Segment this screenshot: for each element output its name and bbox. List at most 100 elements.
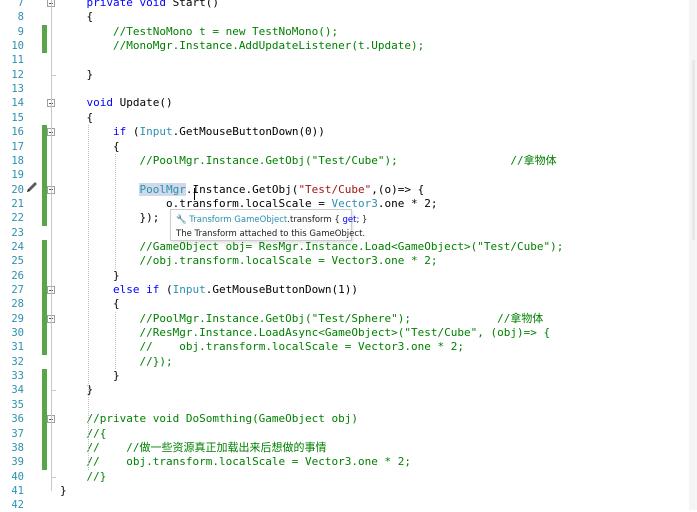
tooltip-owner: GameObject [234, 215, 288, 225]
line-number: 15 [11, 111, 24, 124]
code-line[interactable]: //ResMgr.Instance.LoadAsync<GameObject>(… [60, 326, 550, 340]
line-number: 13 [11, 83, 24, 96]
code-token: Vector3 [331, 196, 378, 210]
code-line[interactable]: { [60, 297, 120, 311]
line-number: 41 [11, 484, 24, 497]
scrollbar-thumb[interactable] [692, 60, 695, 240]
tooltip-signature: 🔧 Transform GameObject.transform { get; … [176, 215, 367, 225]
code-line[interactable]: //PoolMgr.Instance.GetObj("Test/Sphere")… [60, 312, 543, 326]
code-line[interactable]: if (Input.GetMouseButtonDown(0)) [60, 125, 325, 139]
code-line[interactable]: { [60, 111, 93, 125]
line-number: 20 [11, 183, 24, 196]
code-line[interactable]: //private void DoSomthing(GameObject obj… [60, 412, 359, 426]
code-token: { [60, 10, 94, 24]
code-line[interactable]: private void Start() [60, 0, 219, 10]
line-number: 40 [11, 470, 24, 483]
line-number: 14 [11, 97, 24, 110]
line-number: 19 [11, 169, 24, 182]
code-token: } [60, 67, 94, 81]
tooltip-description: The Transform attached to this GameObjec… [176, 229, 366, 239]
code-line[interactable]: //}); [60, 354, 173, 369]
code-editor[interactable]: 7 8 9 10 11 12 13 14 15 16 17 18 19 20 21 22 23 24 25 26 27 2… [0, 0, 697, 511]
quick-action-pencil-icon[interactable] [25, 180, 39, 194]
outline-end [51, 390, 56, 392]
change-bar [42, 24, 47, 54]
code-token: Update() [119, 96, 173, 110]
code-line[interactable]: //PoolMgr.Instance.GetObj("Test/Cube"); … [60, 154, 556, 168]
code-token: "Test/Cube" [298, 182, 372, 196]
code-token: //}); [139, 354, 173, 368]
line-number: 10 [11, 40, 24, 53]
code-line[interactable]: //{ [60, 427, 107, 441]
line-number: 37 [11, 427, 24, 440]
line-number: 23 [11, 226, 24, 239]
code-line[interactable]: // obj.transform.localScale = Vector3.on… [60, 455, 412, 469]
code-line[interactable]: //obj.transform.localScale = Vector3.one… [60, 254, 438, 268]
code-token: { [60, 110, 94, 124]
code-token: PoolMgr [139, 182, 186, 196]
code-token: } [60, 369, 120, 383]
code-token: //obj.transform.localScale = Vector3.one… [139, 254, 438, 268]
indent-guide [114, 311, 116, 370]
code-line[interactable]: } [60, 68, 93, 82]
line-number: 25 [11, 255, 24, 268]
line-number: 22 [11, 212, 24, 225]
line-number: 17 [11, 140, 24, 153]
line-number: 21 [11, 197, 24, 210]
outline-end [51, 74, 56, 76]
code-line[interactable]: } [60, 484, 67, 498]
code-token: //ResMgr.Instance.LoadAsync<GameObject>(… [139, 326, 551, 340]
quick-info-tooltip: 🔧 Transform GameObject.transform { get; … [170, 209, 367, 241]
code-token: } [60, 483, 67, 497]
code-token: ( [165, 283, 173, 296]
code-line[interactable]: }); [60, 211, 159, 225]
line-number: 33 [11, 370, 24, 383]
code-line[interactable]: //} [60, 470, 107, 484]
code-line[interactable]: { [60, 10, 93, 24]
vertical-scrollbar[interactable] [689, 0, 697, 510]
code-token: //GameObject obj= ResMgr.Instance.Load<G… [139, 239, 564, 253]
change-bar [42, 125, 47, 226]
line-number: 36 [11, 413, 24, 426]
tooltip-member: .transform [287, 215, 332, 225]
code-line[interactable]: else if (Input.GetMouseButtonDown(1)) [60, 283, 358, 297]
line-number: 24 [11, 240, 24, 253]
line-number: 34 [11, 384, 24, 397]
code-token: } [60, 268, 120, 282]
code-line[interactable]: } [60, 269, 120, 283]
code-token: void [86, 96, 120, 110]
code-line[interactable]: //GameObject obj= ResMgr.Instance.Load<G… [60, 240, 563, 254]
line-number: 18 [11, 154, 24, 167]
code-token: .GetMouseButtonDown(1)) [205, 283, 359, 296]
code-token: //MonoMgr.Instance.AddUpdateListener(t.U… [112, 39, 425, 53]
code-token: Start() [172, 0, 219, 9]
code-line[interactable]: void Update() [60, 96, 173, 110]
code-line[interactable]: { [60, 140, 120, 154]
code-line[interactable]: //TestNoMono t = new TestNoMono(); [60, 25, 338, 39]
code-line[interactable]: //MonoMgr.Instance.AddUpdateListener(t.U… [60, 39, 424, 53]
line-number: 26 [11, 269, 24, 282]
code-line[interactable]: // //做一些资源真正加载出来后想做的事情 [60, 441, 327, 455]
change-bar [42, 239, 47, 355]
outline-line [51, 0, 52, 491]
code-line[interactable]: // obj.transform.localScale = Vector3.on… [60, 340, 464, 354]
line-number: 32 [11, 355, 24, 368]
code-line[interactable]: } [60, 369, 120, 383]
code-token: if [112, 125, 133, 139]
line-number: 9 [17, 25, 24, 38]
code-token: }); [60, 211, 160, 225]
indent-guide [114, 153, 116, 269]
line-number: 35 [11, 398, 24, 411]
